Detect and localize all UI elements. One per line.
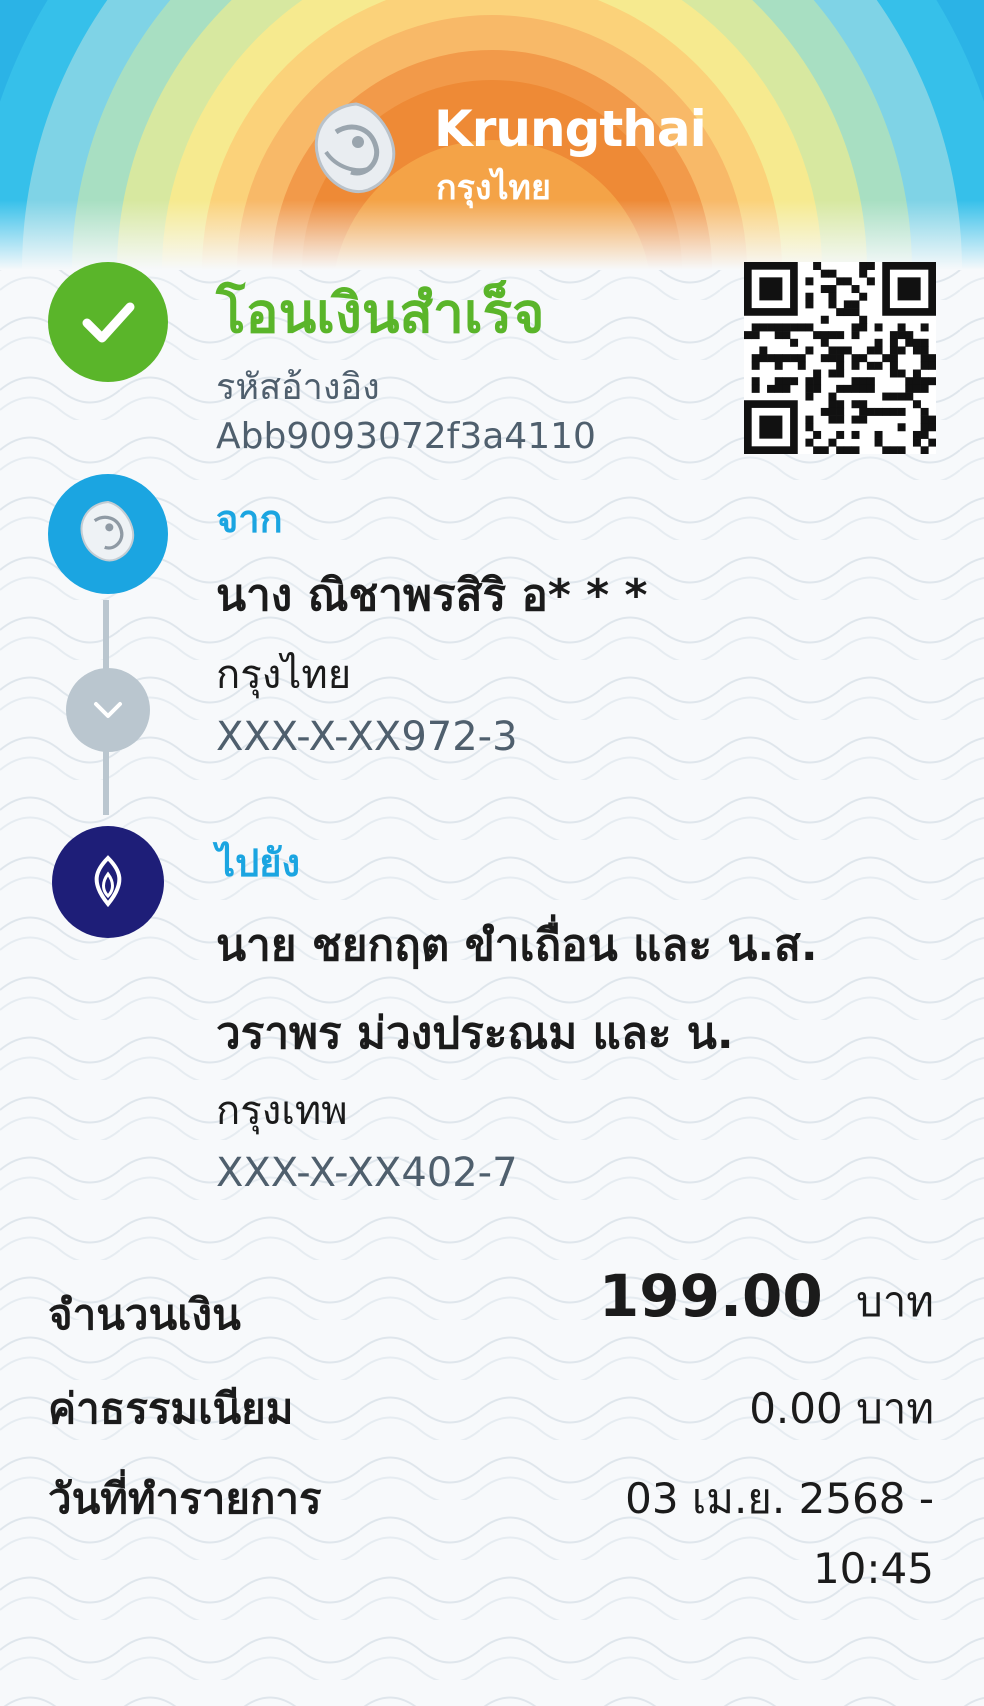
time-value: 10:45: [812, 1544, 934, 1593]
status-title: โอนเงินสำเร็จ: [216, 281, 545, 345]
krungthai-logo-icon: [296, 92, 416, 216]
to-account: XXX-X-XX402-7: [216, 1150, 518, 1196]
timeline-line-bottom: [103, 745, 109, 815]
krungthai-logo-icon: [48, 474, 168, 594]
from-account: XXX-X-XX972-3: [216, 714, 518, 760]
from-bank: กรุงไทย: [216, 652, 352, 698]
date-value: 03 เม.ย. 2568 -: [625, 1474, 934, 1523]
to-name-line2: วราพร ม่วงประณม และ น.: [216, 1008, 734, 1059]
fee-label: ค่าธรรมเนียม: [48, 1384, 294, 1433]
bangkok-bank-logo-icon: [52, 826, 164, 938]
to-label: ไปยัง: [216, 841, 301, 885]
success-check-icon: [48, 262, 168, 382]
amount-value: 199.00: [598, 1262, 823, 1330]
brand-name-th: กรุงไทย: [436, 168, 551, 208]
chevron-down-icon: [66, 668, 150, 752]
to-bank: กรุงเทพ: [216, 1088, 348, 1134]
reference-label: รหัสอ้างอิง: [216, 367, 380, 408]
amount-label: จำนวนเงิน: [48, 1290, 241, 1339]
amount-row: 199.00 บาท: [599, 1262, 934, 1335]
date-label: วันที่ทำรายการ: [48, 1474, 322, 1523]
from-name: นาง ณิชาพรสิริ อ* * *: [216, 570, 648, 621]
reference-value: Abb9093072f3a4110: [216, 416, 596, 457]
qr-code-icon[interactable]: [744, 262, 937, 458]
from-label: จาก: [216, 497, 283, 541]
brand-name-en: Krungthai: [434, 100, 707, 158]
to-name-line1: นาย ชยกฤต ขำเถื่อน และ น.ส.: [216, 920, 818, 971]
amount-unit: บาท: [856, 1277, 934, 1326]
fee-value: 0.00 บาท: [749, 1384, 934, 1433]
